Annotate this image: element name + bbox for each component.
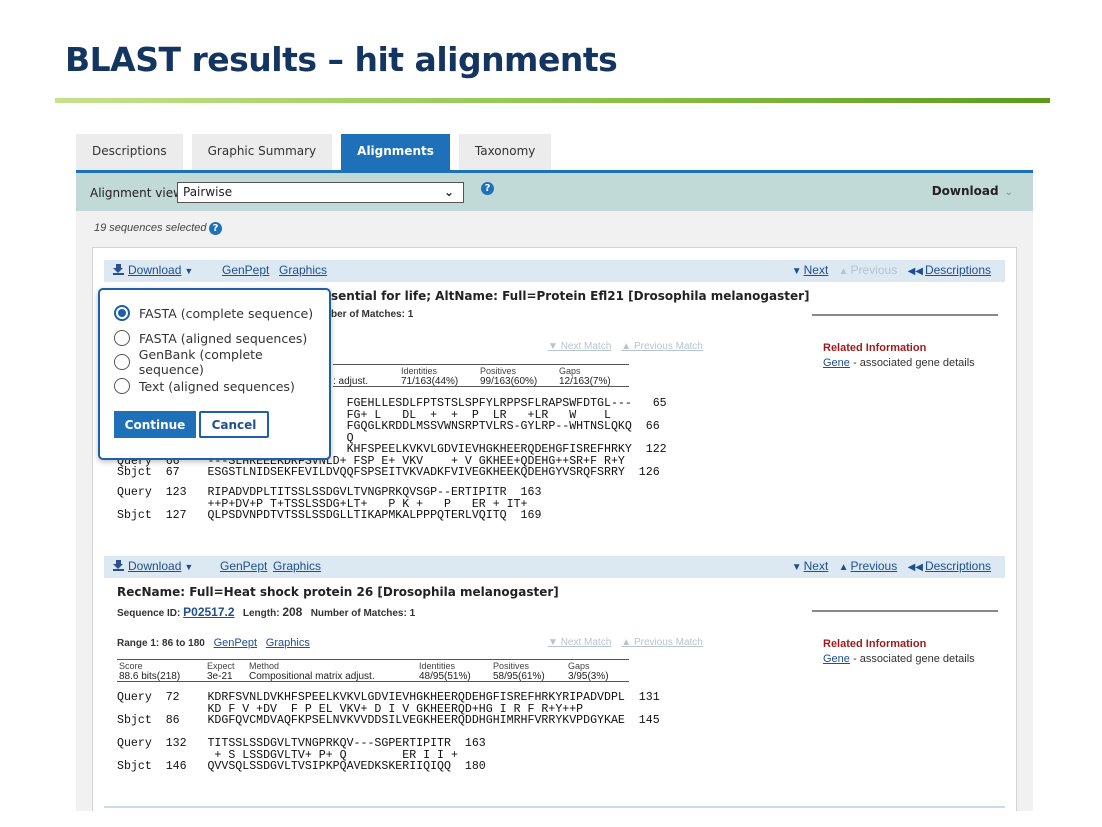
download-options-popup: FASTA (complete sequence) FASTA (aligned…	[98, 288, 331, 460]
title-divider	[55, 98, 1050, 103]
descriptions-link[interactable]: Descriptions	[925, 559, 991, 573]
hit-download-button[interactable]: Download ▼	[113, 559, 193, 573]
triangle-down-icon: ▼	[791, 266, 802, 277]
related-information-heading: Related Information	[823, 638, 927, 650]
download-icon	[113, 264, 124, 275]
next-link[interactable]: Next	[804, 559, 829, 573]
download-menu-label: Download	[931, 184, 999, 198]
score-table: : adjust. Identities 71/163(44%) Positive…	[333, 364, 629, 387]
alignment-view-bar: Alignment view Pairwise ⌄ ? Download ⌄	[76, 170, 1033, 211]
radio-empty-icon	[114, 378, 130, 394]
graphics-link[interactable]: Graphics	[273, 559, 321, 573]
next-hit-divider	[104, 806, 1005, 808]
range-line: Range 1: 86 to 180 GenPept Graphics	[117, 637, 310, 649]
next-match-link: Next Match	[560, 341, 612, 352]
cancel-button[interactable]: Cancel	[199, 411, 269, 438]
question-circle-icon[interactable]: ?	[209, 222, 222, 235]
hit-download-button[interactable]: Download ▼	[113, 263, 193, 277]
sequence-meta: Sequence ID: P02517.2 Length: 208 Number…	[117, 605, 416, 619]
radio-selected-icon	[114, 305, 130, 321]
related-gene-line: Gene - associated gene details	[823, 357, 975, 369]
related-divider	[812, 314, 998, 316]
alignment-block: Query 72 KDRFSVNLDVKHFSPEELKVKVLGDVIEVHG…	[117, 691, 660, 773]
triangle-down-icon: ▼	[791, 562, 802, 573]
match-navigation: ▼ Next Match ▲ Previous Match	[548, 637, 703, 648]
gene-link[interactable]: Gene	[823, 357, 850, 369]
radio-fasta-complete[interactable]: FASTA (complete sequence)	[114, 304, 313, 322]
hit-title: RecName: Full=Heat shock protein 26 [Dro…	[117, 585, 559, 599]
chevron-down-icon: ▼	[184, 562, 194, 572]
alignment-view-value: Pairwise	[183, 185, 233, 199]
results-tabs: Descriptions Graphic Summary Alignments …	[76, 134, 560, 170]
graphics-link[interactable]: Graphics	[279, 263, 327, 277]
genpept-link[interactable]: GenPept	[222, 263, 269, 277]
chevron-down-icon: ⌄	[443, 185, 454, 199]
alignment-block: Query 123 RIPADVDPLTITSSLSSDGVLTVNGPRKQV…	[117, 486, 542, 522]
next-match-link: Next Match	[560, 637, 612, 648]
previous-link-disabled: Previous	[850, 263, 898, 277]
radio-empty-icon	[114, 354, 130, 370]
hit-navigation: ▼ Next ▲ Previous ◀◀ Descriptions	[792, 263, 991, 277]
graphics-link[interactable]: Graphics	[266, 637, 310, 649]
sequences-selected-count: 19 sequences selected	[94, 222, 207, 234]
tab-descriptions[interactable]: Descriptions	[76, 134, 183, 170]
related-information-heading: Related Information	[823, 342, 927, 354]
match-navigation: ▼ Next Match ▲ Previous Match	[548, 341, 703, 352]
radio-text-aligned[interactable]: Text (aligned sequences)	[114, 377, 295, 395]
genpept-link[interactable]: GenPept	[220, 559, 267, 573]
gene-link[interactable]: Gene	[823, 653, 850, 665]
download-icon	[113, 560, 124, 571]
download-menu-button[interactable]: Download ⌄	[932, 184, 1013, 198]
number-of-matches: ber of Matches: 1	[331, 309, 414, 320]
triangle-up-icon: ▲	[838, 562, 849, 573]
triangle-up-icon: ▲	[838, 266, 849, 277]
score-table: Score 88.6 bits(218) Expect 3e-21 Method Co…	[117, 659, 629, 682]
continue-button[interactable]: Continue	[114, 411, 196, 438]
hit-toolbar: Download ▼ GenPept Graphics ▼ Next ▲ Previo…	[104, 260, 1005, 282]
previous-match-link: Previous Match	[633, 341, 703, 352]
slide-title: BLAST results – hit alignments	[65, 40, 618, 79]
related-divider	[812, 610, 998, 612]
rewind-icon: ◀◀	[907, 266, 923, 277]
question-circle-icon[interactable]: ?	[481, 182, 494, 195]
radio-genbank-complete[interactable]: GenBank (complete sequence)	[114, 347, 329, 377]
previous-link[interactable]: Previous	[851, 559, 898, 573]
chevron-down-icon: ⌄	[1004, 187, 1013, 198]
hit-toolbar: Download ▼ GenPept Graphics ▼ Next ▲ Previo…	[104, 556, 1005, 578]
alignment-view-label: Alignment view	[90, 186, 183, 200]
tab-alignments[interactable]: Alignments	[341, 134, 450, 170]
hit-title: sential for life; AltName: Full=Protein …	[331, 289, 810, 303]
related-gene-line: Gene - associated gene details	[823, 653, 975, 665]
radio-empty-icon	[114, 330, 130, 346]
chevron-down-icon: ▼	[184, 266, 194, 276]
previous-match-link: Previous Match	[633, 637, 703, 648]
next-link[interactable]: Next	[804, 263, 829, 277]
radio-fasta-aligned[interactable]: FASTA (aligned sequences)	[114, 329, 307, 347]
tab-taxonomy[interactable]: Taxonomy	[458, 134, 552, 170]
hit-navigation: ▼ Next ▲ Previous ◀◀ Descriptions	[792, 559, 991, 573]
sequence-id-link[interactable]: P02517.2	[183, 605, 234, 619]
genpept-link[interactable]: GenPept	[214, 637, 257, 649]
tab-graphic-summary[interactable]: Graphic Summary	[191, 134, 333, 170]
rewind-icon: ◀◀	[907, 562, 923, 573]
alignment-view-select[interactable]: Pairwise ⌄	[177, 182, 464, 203]
descriptions-link[interactable]: Descriptions	[925, 263, 991, 277]
